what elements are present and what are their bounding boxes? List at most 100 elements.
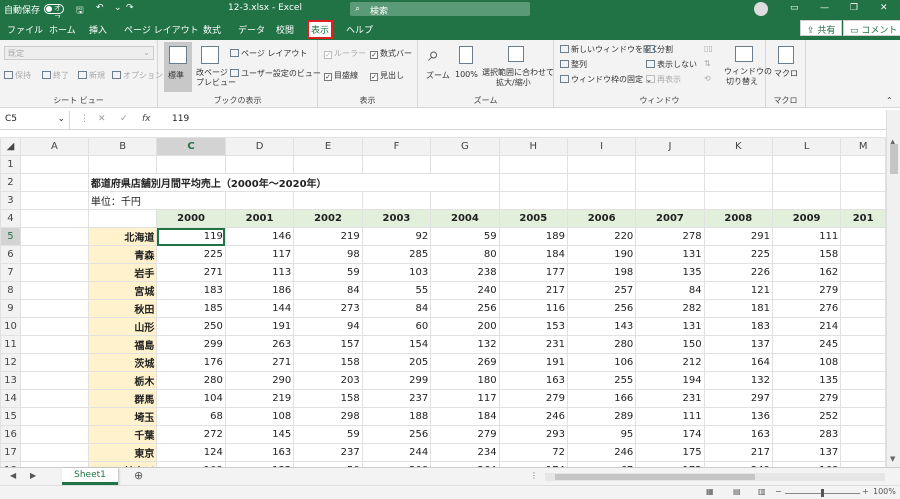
prefecture-cell[interactable]: 福島 bbox=[87, 335, 158, 354]
value-cell[interactable]: 158 bbox=[293, 389, 363, 408]
row-header[interactable]: 11 bbox=[0, 335, 21, 354]
column-header[interactable]: G bbox=[430, 137, 500, 156]
column-header[interactable]: D bbox=[224, 137, 295, 156]
value-cell[interactable]: 225 bbox=[156, 245, 226, 264]
row-header[interactable]: 8 bbox=[0, 281, 21, 300]
value-cell[interactable]: 280 bbox=[156, 371, 226, 390]
value-cell[interactable]: 124 bbox=[156, 443, 226, 462]
value-cell[interactable]: 136 bbox=[703, 407, 773, 426]
column-header[interactable]: M bbox=[840, 137, 886, 156]
unit-label-cell[interactable]: 単位：千円 bbox=[87, 191, 226, 210]
year-header[interactable]: 2007 bbox=[635, 209, 705, 228]
value-cell[interactable]: 219 bbox=[293, 227, 363, 246]
prefecture-cell[interactable]: 山形 bbox=[87, 317, 158, 336]
exit-view-button[interactable]: 終了 bbox=[42, 70, 69, 81]
collapse-ribbon-icon[interactable]: ⌃ bbox=[886, 96, 893, 105]
value-cell[interactable]: 103 bbox=[361, 263, 432, 282]
value-cell[interactable]: 68 bbox=[156, 407, 226, 426]
tab-data[interactable]: データ bbox=[235, 22, 268, 37]
view-side-by-side-icon[interactable]: ▯▯ bbox=[704, 44, 713, 53]
value-cell[interactable]: 252 bbox=[771, 407, 842, 426]
value-cell[interactable]: 158 bbox=[293, 353, 363, 372]
value-cell[interactable]: 283 bbox=[771, 425, 842, 444]
value-cell[interactable]: 285 bbox=[361, 245, 432, 264]
column-header[interactable]: B bbox=[87, 137, 158, 156]
value-cell[interactable]: 189 bbox=[498, 227, 568, 246]
value-cell[interactable]: 106 bbox=[566, 353, 637, 372]
value-cell[interactable]: 131 bbox=[635, 245, 705, 264]
page-break-icon[interactable]: ▥ bbox=[758, 487, 766, 496]
value-cell[interactable]: 186 bbox=[224, 281, 295, 300]
chevron-down-icon[interactable]: ⌄ bbox=[114, 3, 122, 13]
formula-bar-checkbox[interactable]: ✓ 数式バー bbox=[370, 48, 412, 59]
value-cell[interactable]: 72 bbox=[498, 443, 568, 462]
value-cell[interactable]: 177 bbox=[498, 263, 568, 282]
year-header[interactable]: 2004 bbox=[430, 209, 500, 228]
share-button[interactable]: ⇪ 共有 bbox=[800, 20, 843, 36]
column-header[interactable]: F bbox=[361, 137, 432, 156]
value-cell[interactable]: 145 bbox=[224, 425, 295, 444]
value-cell[interactable]: 245 bbox=[771, 335, 842, 354]
value-cell[interactable]: 194 bbox=[635, 371, 705, 390]
zoom-slider-thumb[interactable] bbox=[821, 489, 824, 497]
sync-scroll-icon[interactable]: ⇅ bbox=[704, 59, 711, 68]
value-cell[interactable]: 234 bbox=[430, 443, 500, 462]
new-view-button[interactable]: 新規 bbox=[78, 70, 105, 81]
value-cell[interactable]: 256 bbox=[566, 299, 637, 318]
value-cell[interactable]: 279 bbox=[771, 281, 842, 300]
value-cell[interactable]: 117 bbox=[224, 245, 295, 264]
row-header[interactable]: 7 bbox=[0, 263, 21, 282]
value-cell[interactable]: 240 bbox=[430, 281, 500, 300]
value-cell[interactable]: 183 bbox=[703, 317, 773, 336]
value-cell[interactable]: 154 bbox=[361, 335, 432, 354]
value-cell[interactable]: 59 bbox=[430, 227, 500, 246]
year-header[interactable]: 2003 bbox=[361, 209, 432, 228]
value-cell[interactable]: 144 bbox=[224, 299, 295, 318]
year-header[interactable]: 201 bbox=[840, 209, 886, 228]
prefecture-cell[interactable]: 青森 bbox=[87, 245, 158, 264]
tab-help[interactable]: ヘルプ bbox=[343, 22, 376, 37]
column-header[interactable]: C bbox=[156, 137, 226, 156]
formula-input[interactable]: 119 bbox=[172, 114, 189, 124]
value-cell[interactable]: 289 bbox=[566, 407, 637, 426]
vertical-scrollbar[interactable]: ▲ ▼ bbox=[886, 110, 900, 467]
row-header[interactable]: 13 bbox=[0, 371, 21, 390]
page-break-preview-button[interactable]: 改ページ プレビュー bbox=[194, 42, 236, 92]
sheet-title-cell[interactable]: 都道府県店舗別月間平均売上（2000年～2020年） bbox=[87, 173, 500, 192]
reset-position-icon[interactable]: ⟲ bbox=[704, 74, 711, 83]
value-cell[interactable]: 255 bbox=[566, 371, 637, 390]
value-cell[interactable]: 217 bbox=[498, 281, 568, 300]
value-cell[interactable]: 153 bbox=[498, 317, 568, 336]
value-cell[interactable]: 198 bbox=[566, 263, 637, 282]
value-cell[interactable]: 299 bbox=[361, 371, 432, 390]
value-cell[interactable]: 174 bbox=[635, 425, 705, 444]
row-header[interactable]: 9 bbox=[0, 299, 21, 318]
value-cell[interactable]: 200 bbox=[430, 317, 500, 336]
value-cell[interactable]: 95 bbox=[566, 425, 637, 444]
row-header[interactable]: 2 bbox=[0, 173, 21, 192]
normal-view-button[interactable]: 標準 bbox=[164, 42, 192, 92]
value-cell[interactable]: 278 bbox=[635, 227, 705, 246]
view-options-button[interactable]: オプション bbox=[112, 70, 163, 81]
value-cell[interactable]: 203 bbox=[293, 371, 363, 390]
value-cell[interactable]: 180 bbox=[430, 371, 500, 390]
value-cell[interactable]: 113 bbox=[224, 263, 295, 282]
table-corner-cell[interactable] bbox=[87, 209, 158, 228]
column-header[interactable]: H bbox=[498, 137, 568, 156]
close-icon[interactable]: ✕ bbox=[880, 3, 888, 13]
value-cell[interactable]: 293 bbox=[498, 425, 568, 444]
redo-icon[interactable]: ↷ bbox=[126, 3, 134, 13]
value-cell[interactable]: 163 bbox=[498, 371, 568, 390]
value-cell[interactable]: 244 bbox=[361, 443, 432, 462]
value-cell[interactable]: 256 bbox=[361, 425, 432, 444]
value-cell[interactable]: 60 bbox=[361, 317, 432, 336]
value-cell[interactable]: 84 bbox=[635, 281, 705, 300]
save-icon[interactable]: 🖫 bbox=[76, 3, 84, 19]
avatar[interactable] bbox=[754, 2, 768, 16]
value-cell[interactable]: 280 bbox=[566, 335, 637, 354]
value-cell[interactable]: 279 bbox=[771, 389, 842, 408]
cancel-icon[interactable]: ✕ bbox=[98, 114, 106, 124]
value-cell[interactable]: 84 bbox=[361, 299, 432, 318]
value-cell[interactable]: 273 bbox=[293, 299, 363, 318]
value-cell[interactable]: 135 bbox=[771, 371, 842, 390]
